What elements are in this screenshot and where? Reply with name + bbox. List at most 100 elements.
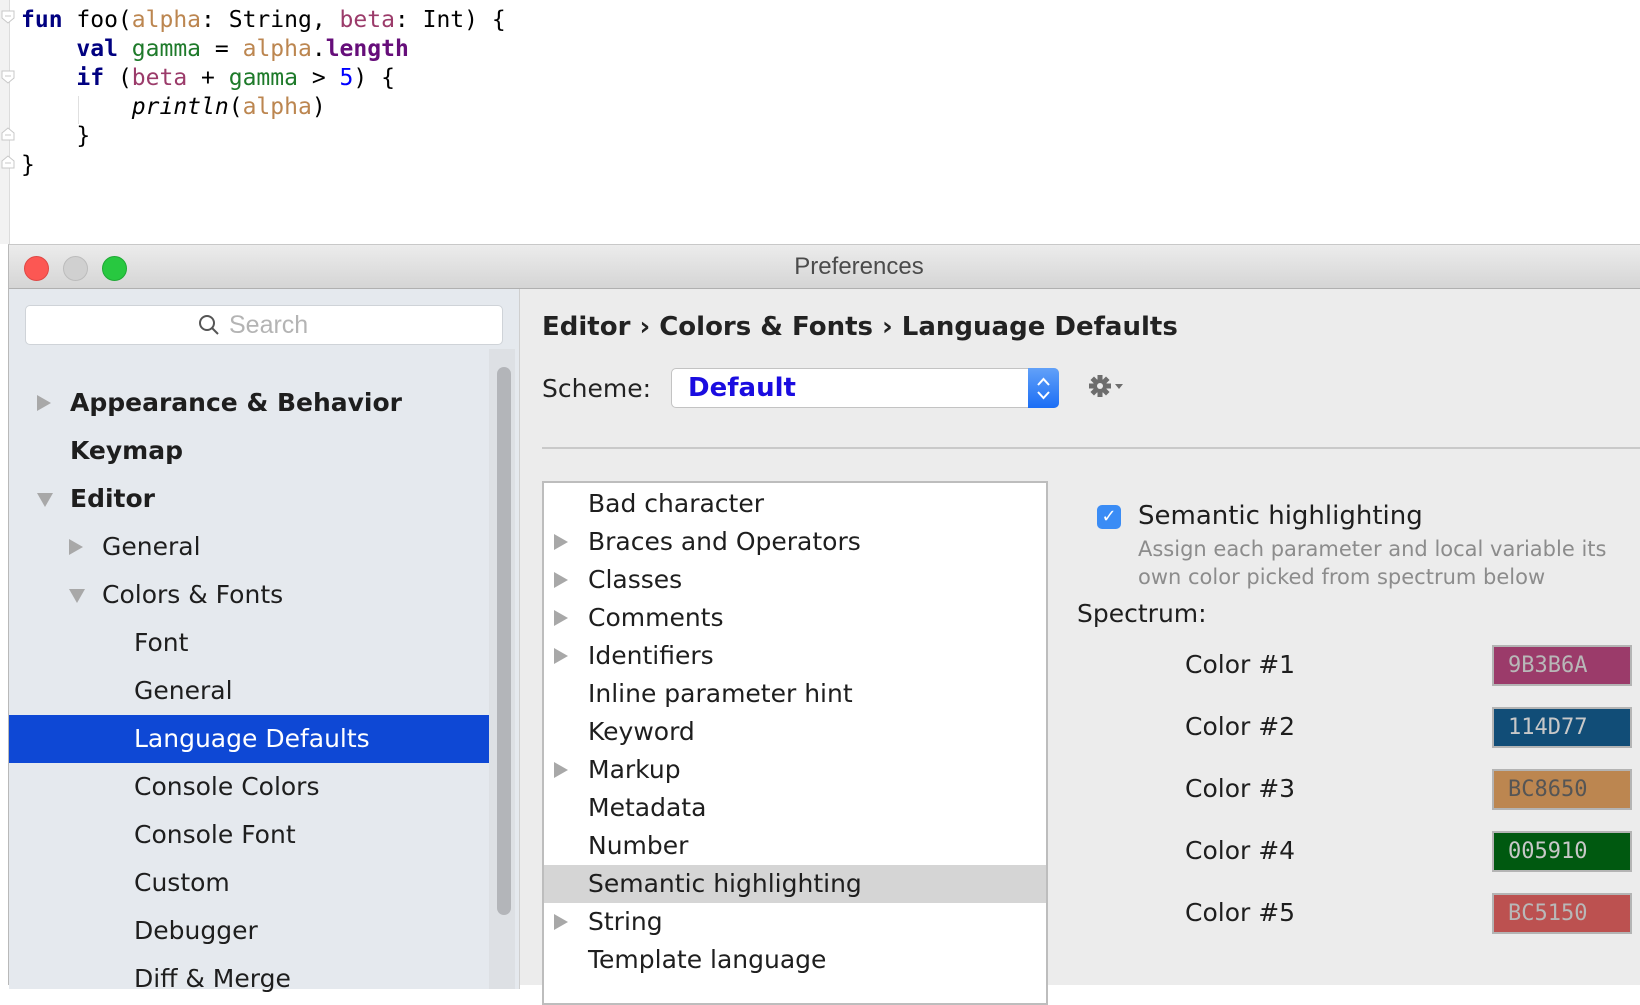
scheme-dropdown[interactable]: Default [671,368,1059,408]
code-line[interactable]: } [21,150,35,180]
list-item-label: Keyword [588,717,695,746]
sidebar-item[interactable]: Debugger [9,907,491,955]
list-item-label: Classes [588,565,683,594]
list-item[interactable]: Inline parameter hint [544,675,1046,713]
code-token: . [311,36,326,62]
list-item-label: Braces and Operators [588,527,861,556]
sidebar-item[interactable]: General [9,523,491,571]
search-input[interactable]: Search [25,305,503,345]
window-title: Preferences [794,253,924,280]
separator [542,447,1640,449]
semantic-highlighting-label[interactable]: Semantic highlighting [1138,498,1423,534]
collapse-arrow-icon[interactable] [37,493,53,507]
list-item[interactable]: Semantic highlighting [544,865,1046,903]
sidebar-item-label: Console Colors [134,772,320,801]
sidebar-item[interactable]: General [9,667,491,715]
fold-end-icon[interactable] [1,127,15,141]
title-bar[interactable]: Preferences [9,245,1640,289]
color-swatch[interactable]: 9B3B6A [1492,645,1632,686]
code-token: gamma [131,36,202,62]
code-line[interactable]: val gamma = alpha.length [21,34,409,64]
sidebar-item[interactable]: Language Defaults [9,715,491,763]
color-swatch[interactable]: BC8650 [1492,769,1632,810]
dropdown-caret-icon [1115,384,1123,389]
scheme-actions-button[interactable] [1087,369,1127,403]
sidebar-item-label: Diff & Merge [134,964,291,993]
sidebar-item-label: Appearance & Behavior [70,388,402,417]
sidebar-item[interactable]: Appearance & Behavior [9,379,491,427]
list-item[interactable]: Number [544,827,1046,865]
sidebar-item-label: Editor [70,484,155,513]
breadcrumb: Editor › Colors & Fonts › Language Defau… [542,312,1178,342]
collapse-arrow-icon[interactable] [69,589,85,603]
code-token: : Int) { [394,7,506,33]
semantic-highlighting-checkbox[interactable]: ✓ [1097,505,1121,529]
expand-arrow-icon[interactable] [554,610,568,626]
list-item-label: Template language [588,945,827,974]
sidebar-item[interactable]: Console Colors [9,763,491,811]
list-item-label: Inline parameter hint [588,679,853,708]
color-swatch[interactable]: 005910 [1492,831,1632,872]
color-swatch[interactable]: BC5150 [1492,893,1632,934]
sidebar-item-label: Language Defaults [134,724,370,753]
expand-arrow-icon[interactable] [554,914,568,930]
list-item[interactable]: Comments [544,599,1046,637]
code-token: alpha [242,94,312,120]
scheme-label: Scheme: [542,374,651,403]
list-item[interactable]: Bad character [544,485,1046,523]
sidebar-scrollbar[interactable] [489,349,515,989]
color-label: Color #2 [1185,712,1296,741]
code-token: ) { [353,65,395,91]
code-line[interactable]: } [21,121,90,151]
sidebar-item[interactable]: Font [9,619,491,667]
list-item[interactable]: Template language [544,941,1046,979]
sidebar-item[interactable]: Editor [9,475,491,523]
list-item[interactable]: Identifiers [544,637,1046,675]
sidebar-item[interactable]: Colors & Fonts [9,571,491,619]
list-item[interactable]: Braces and Operators [544,523,1046,561]
spectrum-label: Spectrum: [1077,599,1207,628]
search-icon [199,315,219,335]
attribute-list: Bad character Braces and Operators Classes… [542,481,1048,1005]
code-token: length [325,36,409,62]
code-line[interactable]: println(alpha) [21,92,326,122]
semantic-description: own color picked from spectrum below [1138,565,1546,589]
expand-arrow-icon[interactable] [554,572,568,588]
color-swatch[interactable]: 114D77 [1492,707,1632,748]
spectrum-color-row: Color #3 BC8650 [1185,769,1640,810]
scrollbar-thumb[interactable] [497,367,511,915]
code-token: > [297,65,340,91]
list-item[interactable]: Metadata [544,789,1046,827]
code-line[interactable]: fun foo(alpha: String, beta: Int) { [21,5,506,35]
code-token: 5 [339,65,354,91]
sidebar-item-label: Console Font [134,820,296,849]
expand-arrow-icon[interactable] [554,762,568,778]
code-token: beta [131,65,188,91]
editor-gutter [0,0,15,244]
expand-arrow-icon[interactable] [554,648,568,664]
list-item[interactable]: String [544,903,1046,941]
fold-end-icon[interactable] [1,155,15,169]
expand-arrow-icon[interactable] [69,539,83,555]
sidebar-item[interactable]: Keymap [9,427,491,475]
semantic-description: Assign each parameter and local variable… [1138,537,1607,561]
expand-arrow-icon[interactable] [554,534,568,550]
code-token: } [21,152,35,178]
sidebar-item[interactable]: Custom [9,859,491,907]
fold-start-icon[interactable] [1,70,15,84]
code-token: = [201,36,243,62]
code-line[interactable]: if (beta + gamma > 5) { [21,63,395,93]
list-item[interactable]: Keyword [544,713,1046,751]
list-item[interactable]: Classes [544,561,1046,599]
expand-arrow-icon[interactable] [37,395,51,411]
list-item-label: String [588,907,663,936]
sidebar-item[interactable]: Diff & Merge [9,955,491,1003]
code-token: } [21,123,91,149]
sidebar-item[interactable]: Console Font [9,811,491,859]
code-editor[interactable]: fun foo(alpha: String, beta: Int) { val … [0,0,1640,244]
fold-start-icon[interactable] [1,10,15,24]
code-token: alpha [131,7,202,33]
list-item[interactable]: Markup [544,751,1046,789]
